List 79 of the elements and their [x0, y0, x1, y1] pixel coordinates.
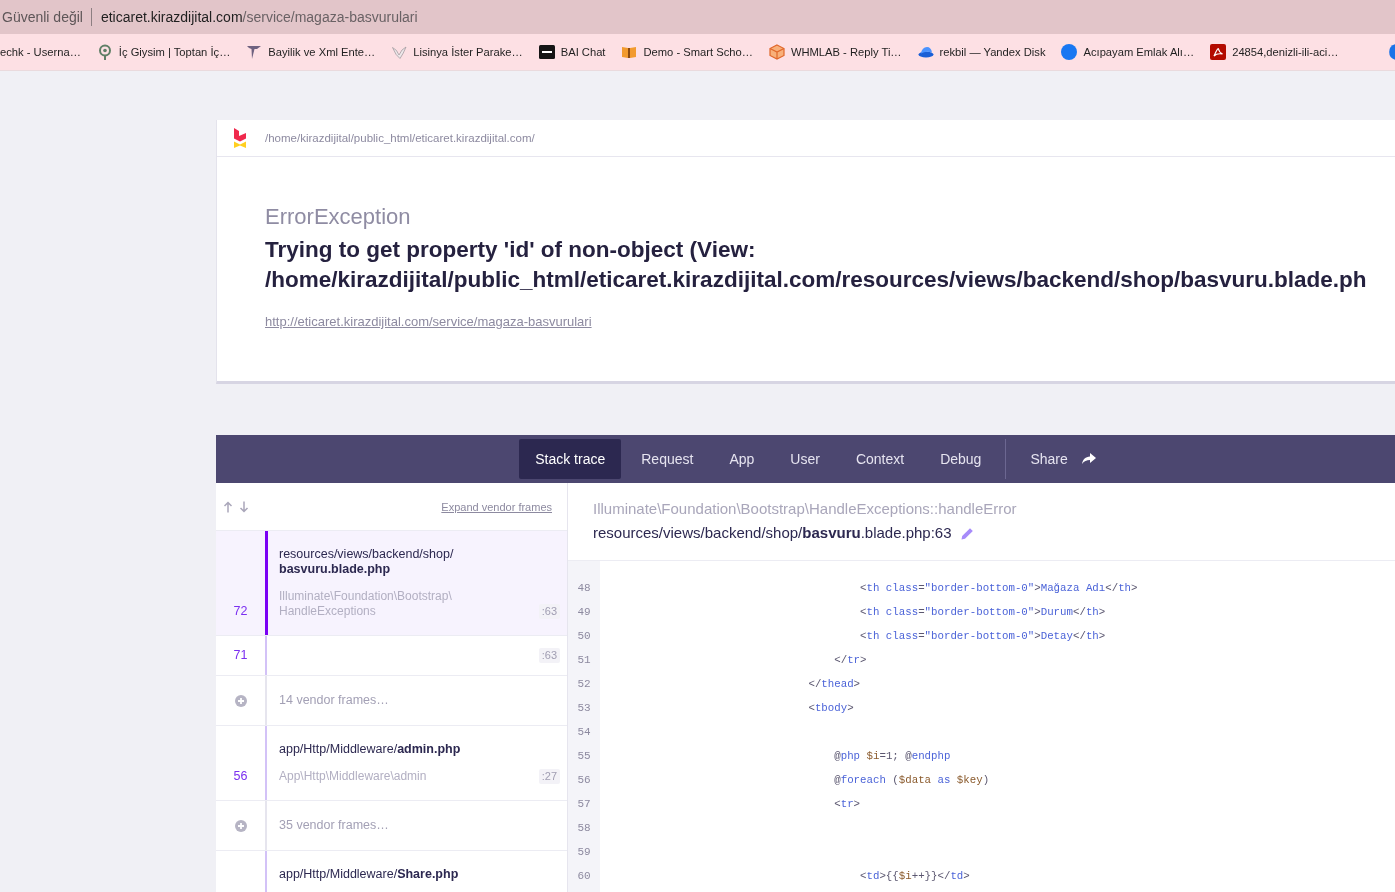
line-number-badge: :63 [538, 648, 560, 663]
tab[interactable]: Debug [924, 439, 998, 479]
line-number: 52 [577, 677, 591, 692]
bookmark[interactable]: Lisinya İster Parake… [383, 38, 531, 66]
funnel-icon [246, 44, 263, 60]
code-line: <th class="border-bottom-0">Detay</th> [860, 630, 1106, 642]
exception-type: ErrorException [265, 203, 412, 231]
code-line: @foreach ($data as $key) [834, 774, 990, 786]
line-number: 56 [577, 773, 591, 788]
plus-circle-icon [234, 694, 247, 707]
code-line: <td>{{$i++}}</td> [860, 870, 970, 882]
tab[interactable]: App [713, 439, 771, 479]
frame-class: App\Http\Middleware\admin [279, 769, 428, 784]
code-line: <tr> [834, 798, 861, 810]
stack-frame[interactable]: 72 resources/views/backend/shop/basvuru.blade.php Illuminate\Foundation\Bootstrap\HandleExceptions :63 [216, 531, 567, 636]
pencil-icon[interactable] [960, 526, 974, 540]
cube-icon [768, 44, 785, 60]
saucer-icon [917, 44, 934, 60]
pdf-icon [1210, 44, 1227, 60]
code-line: @php $i=1; @endphp [834, 750, 951, 762]
file-path: resources/views/backend/shop/basvuru.blade.php:63 [593, 523, 952, 543]
bookmark[interactable]: rekbil — Yandex Disk [909, 38, 1054, 66]
frame-number: 56 [233, 769, 248, 784]
line-number-badge: :63 [538, 604, 560, 619]
book-icon [621, 44, 638, 60]
circle-logo-icon [1061, 44, 1078, 60]
line-number: 59 [577, 845, 591, 860]
security-label[interactable]: Güvenli değil [2, 9, 83, 25]
bookmark[interactable]: BAI Chat [530, 38, 614, 66]
bookmark[interactable]: Acıpayam Emlak Alı… [1053, 38, 1203, 66]
line-number-badge: :27 [538, 769, 560, 784]
error-message: Trying to get property 'id' of non-object (View: /home/kirazdijital/public_html/eticaret.kirazdijital.com/resources/views/backend/shop/basvuru.blade.ph [265, 236, 1368, 294]
frame-file: resources/views/backend/shop/basvuru.blade.php [279, 547, 455, 577]
tab[interactable]: Context [839, 439, 921, 479]
frame-number: 72 [233, 604, 248, 619]
line-number: 54 [577, 725, 591, 740]
code-line: </thead> [808, 678, 861, 690]
frame-class: Illuminate\Foundation\Bootstrap\HandleExceptions [279, 589, 453, 619]
address-field[interactable]: eticaret.kirazdijital.com/service/magaza-basvurulari [100, 9, 418, 25]
line-number: 48 [577, 581, 591, 596]
bookmark[interactable]: Bayilik ve Xml Ente… [238, 38, 384, 66]
code-line: <th class="border-bottom-0">Durum</th> [860, 606, 1106, 618]
line-number: 50 [577, 629, 591, 644]
line-number: 49 [577, 605, 591, 620]
code-line: <th class="border-bottom-0">Mağaza Adı</th> [860, 582, 1138, 594]
frame-file: app/Http/Middleware/admin.php [279, 742, 462, 757]
project-path: /home/kirazdijital/public_html/eticaret.kirazdijital.com/ [265, 132, 535, 144]
stack-frame[interactable]: 71 :63 [216, 636, 567, 676]
line-number: 58 [577, 821, 591, 836]
line-number: 57 [577, 797, 591, 812]
bookmark[interactable]: İç Giysim | Toptan İç… [88, 38, 239, 66]
plus-circle-icon [234, 819, 247, 832]
tab[interactable]: Stack trace [519, 439, 622, 479]
bookmark[interactable]: WHMLAB - Reply Ti… [760, 38, 910, 66]
share-button[interactable]: Share [1014, 439, 1112, 479]
line-number: 51 [577, 653, 591, 668]
bookmark[interactable]: Demo - Smart Scho… [613, 38, 761, 66]
expand-vendor-frames-link[interactable]: Expand vendor frames [441, 500, 552, 513]
line-number: 53 [577, 701, 591, 716]
up-arrow-icon[interactable] [223, 500, 233, 513]
down-arrow-icon[interactable] [239, 500, 249, 513]
bookmark[interactable]: echk - Userna… [0, 38, 89, 66]
line-number: 55 [577, 749, 591, 764]
code-line: </tr> [834, 654, 867, 666]
code-line: <tbody> [808, 702, 854, 714]
tab[interactable]: User [774, 439, 836, 479]
request-url-link[interactable]: http://eticaret.kirazdijital.com/service/magaza-basvurulari [265, 313, 592, 331]
wings-icon [391, 44, 408, 60]
logo-icon [234, 128, 246, 148]
bookmark[interactable]: 24854,denizli-ili-aci… [1202, 38, 1347, 66]
line-number: 60 [577, 869, 591, 884]
frame-number: 71 [233, 648, 248, 663]
stack-frame[interactable]: 56 app/Http/Middleware/admin.php App\Http\Middleware\admin :27 [216, 726, 567, 801]
square-logo-icon [538, 44, 555, 60]
pin-icon [96, 44, 113, 60]
tab[interactable]: Request [625, 439, 710, 479]
share-icon [1081, 453, 1096, 465]
frame-method: Illuminate\Foundation\Bootstrap\HandleExceptions::handleError [593, 499, 1017, 519]
frame-file: app/Http/Middleware/Share.php [279, 867, 460, 882]
